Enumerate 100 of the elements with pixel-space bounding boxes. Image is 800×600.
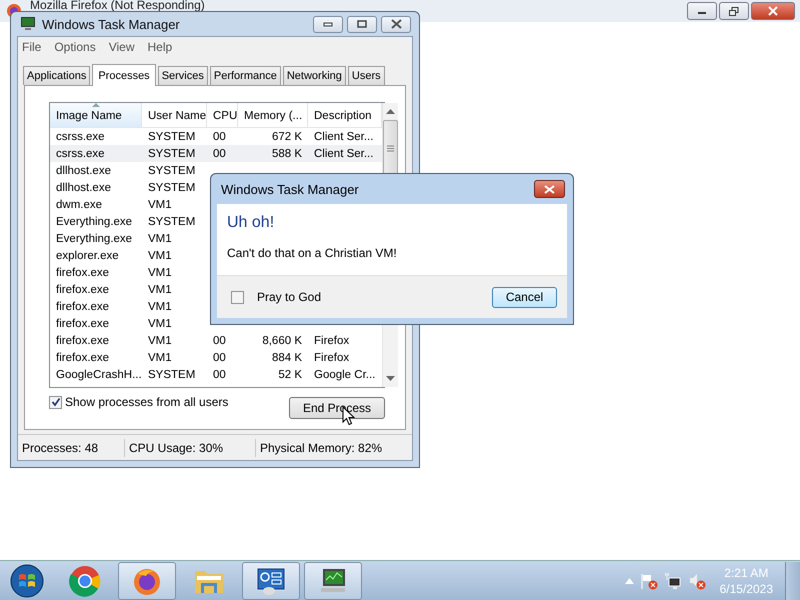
table-cell-text: VM1 [147,334,173,346]
table-cell-text: VM1 [147,266,173,278]
checkbox[interactable] [231,290,244,304]
checkbox-label: Pray to God [257,290,322,304]
control-panel-icon [256,566,286,596]
table-cell-text: firefox.exe [55,300,110,312]
minimize-icon [323,21,333,27]
grip-icon [387,144,394,152]
table-cell-text: VM1 [147,352,173,364]
table-cell-text: firefox.exe [55,266,110,278]
table-cell-text: SYSTEM [147,368,196,380]
table-cell-text: VM1 [147,284,173,296]
dialog-title: Windows Task Manager [221,182,359,196]
browser-icon [69,564,101,596]
process-row[interactable]: csrss.exe SYSTEM 00 588 K Client Ser... [50,145,382,162]
table-cell-text: dwm.exe [55,198,104,210]
table-cell-text: dllhost.exe [55,164,112,176]
process-row[interactable]: GoogleCrashH... SYSTEM 00 52 K Google Cr... [50,366,382,383]
column-header[interactable]: User Name [142,103,207,127]
menu-item[interactable]: File [22,40,42,54]
close-button[interactable] [381,16,411,32]
clock-time: 2:21 AM [724,564,768,580]
process-row[interactable]: firefox.exe VM1 00 8,660 K Firefox [50,332,382,349]
maximize-button[interactable] [347,16,377,32]
minimize-button[interactable] [313,16,343,32]
process-row[interactable]: firefox.exe VM1 00 884 K Firefox [50,349,382,366]
table-cell-text: 884 K [270,352,303,364]
menu-item[interactable]: Help [148,40,172,54]
speaker-icon[interactable] [688,572,706,590]
table-cell-text: SYSTEM [147,182,196,194]
column-header[interactable]: Image Name [50,103,142,127]
table-cell-text: firefox.exe [55,352,110,364]
taskbar-button[interactable] [118,562,176,600]
window-title: Mozilla Firefox (Not Responding) [30,0,205,11]
dialog-heading: Uh oh! [227,214,276,232]
table-cell-text: SYSTEM [147,216,196,228]
taskbar-button[interactable] [304,562,362,600]
table-cell-text: SYSTEM [147,164,196,176]
cancel-button[interactable]: Cancel [492,286,557,308]
clock-date: 6/15/2023 [720,580,773,596]
restore-button[interactable] [719,2,749,20]
scroll-up-icon[interactable] [386,109,395,114]
table-cell-text: 00 [212,352,227,364]
table-cell-text: VM1 [147,198,173,210]
restore-icon [729,6,739,16]
checkbox[interactable] [49,396,62,408]
close-button[interactable] [534,180,565,198]
close-button[interactable] [751,2,795,20]
close-icon [544,184,555,194]
close-icon [390,19,402,29]
table-cell-text: 672 K [270,130,303,142]
process-row[interactable]: csrss.exe SYSTEM 00 672 K Client Ser... [50,128,382,145]
table-cell-text: Firefox [313,352,350,364]
table-cell-text: 00 [212,334,227,346]
close-icon [768,6,778,16]
status-text: Processes: 48 [18,438,125,456]
table-cell-text: Firefox [313,334,350,346]
table-cell-text: csrss.exe [55,148,106,160]
status-text: Physical Memory: 82% [259,440,382,456]
table-cell-text: Google Cr... [313,368,376,380]
network-icon[interactable] [664,572,682,590]
table-cell-text: firefox.exe [55,334,110,346]
table-cell-text: GoogleCrashH... [55,368,142,380]
tab[interactable]: Users [348,66,385,85]
table-cell-text: VM1 [147,250,173,262]
tab[interactable]: Processes [92,64,156,86]
checkbox-label: Show processes from all users [65,395,228,409]
scroll-down-icon[interactable] [386,376,395,381]
table-cell-text: VM1 [147,318,173,330]
table-cell-text: Client Ser... [313,148,374,160]
table-cell-text: 00 [212,130,227,142]
tab[interactable]: Services [158,66,208,85]
table-cell-text: Client Ser... [313,130,374,142]
table-cell-text: VM1 [147,232,173,244]
dialog-message: Can't do that on a Christian VM! [227,246,398,260]
table-cell-text: dllhost.exe [55,182,112,194]
table-cell-text: SYSTEM [147,130,196,142]
menu-item[interactable]: View [108,40,134,54]
tab[interactable]: Applications [23,66,90,85]
menu-item[interactable]: Options [54,40,96,54]
table-cell-text: Everything.exe [55,216,134,228]
table-cell-text: 52 K [277,368,303,380]
status-text: CPU Usage: 30% [125,438,256,456]
column-header[interactable]: CPU [207,103,238,127]
tab[interactable]: Networking [282,66,346,85]
monitor-icon [318,566,348,594]
tab[interactable]: Performance [210,66,281,85]
table-cell-text: 00 [212,148,227,160]
flag-icon[interactable] [640,572,658,590]
column-header[interactable]: Memory (... [238,103,308,127]
table-cell-text: csrss.exe [55,130,106,142]
table-cell-text: VM1 [147,300,173,312]
table-cell-text: firefox.exe [55,284,110,296]
sort-arrow-icon [92,103,100,107]
minimize-button[interactable] [687,2,717,20]
table-cell-text: SYSTEM [147,148,196,160]
maximize-icon [357,20,367,28]
table-cell-text: 00 [212,368,227,380]
table-cell-text: explorer.exe [55,250,120,262]
taskbar-button[interactable] [242,562,300,600]
